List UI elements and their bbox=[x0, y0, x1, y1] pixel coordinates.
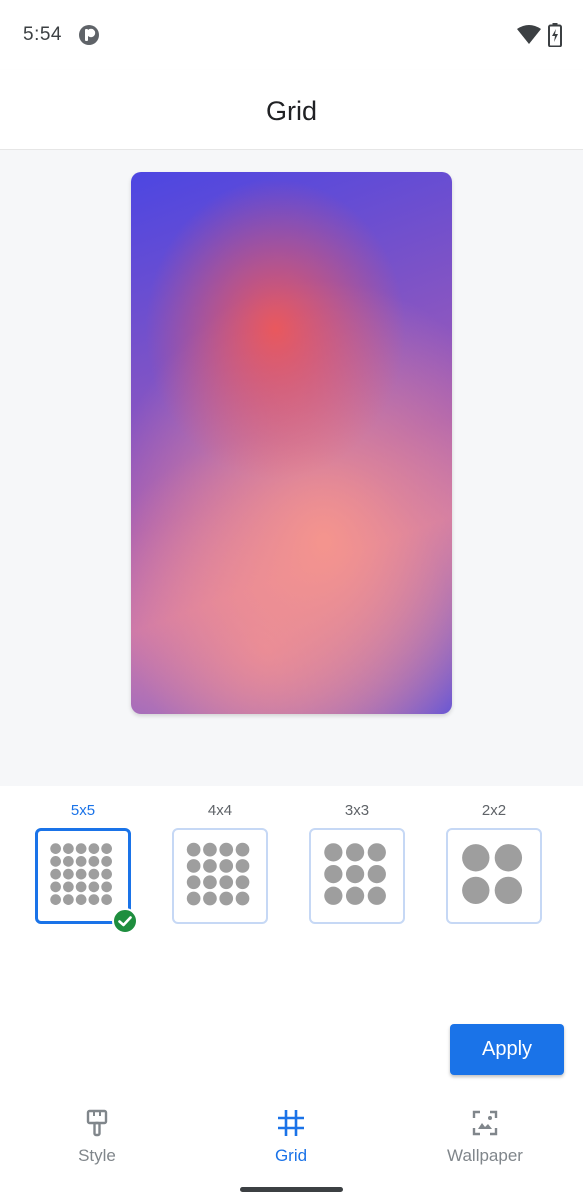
grid-dot bbox=[186, 859, 201, 873]
battery-charging-icon bbox=[548, 23, 562, 47]
grid-dots-icon bbox=[324, 843, 386, 905]
grid-dot bbox=[50, 856, 61, 867]
grid-dot bbox=[462, 876, 490, 905]
grid-dot bbox=[88, 856, 100, 867]
grid-dot bbox=[203, 859, 217, 873]
grid-dots-icon bbox=[462, 844, 523, 905]
grid-dot bbox=[50, 843, 61, 854]
grid-dot bbox=[75, 894, 87, 905]
nav-label-grid: Grid bbox=[274, 1146, 308, 1165]
grid-dot bbox=[101, 894, 112, 905]
grid-dot bbox=[219, 875, 234, 890]
grid-dot bbox=[88, 894, 100, 905]
wallpaper-icon bbox=[472, 1110, 498, 1136]
selected-check-icon bbox=[112, 908, 138, 934]
grid-dots-icon bbox=[186, 842, 250, 906]
grid-dot bbox=[345, 886, 365, 905]
grid-dot bbox=[63, 868, 74, 880]
grid-dot bbox=[101, 843, 112, 854]
paintbrush-icon bbox=[86, 1109, 108, 1137]
grid-dot bbox=[186, 891, 201, 906]
grid-dot bbox=[63, 843, 74, 854]
grid-option-label: 4x4 bbox=[207, 802, 233, 819]
grid-dot bbox=[367, 864, 386, 884]
home-indicator[interactable] bbox=[240, 1187, 343, 1192]
grid-dot bbox=[235, 842, 250, 857]
grid-option-label: 3x3 bbox=[344, 802, 370, 819]
grid-dot bbox=[101, 868, 112, 880]
grid-dot bbox=[494, 876, 523, 905]
grid-dot bbox=[345, 843, 365, 862]
grid-dot bbox=[88, 881, 100, 893]
wallpaper-preview bbox=[131, 172, 452, 714]
grid-dot bbox=[63, 881, 74, 893]
grid-option-2x2[interactable]: 2x2 bbox=[442, 800, 546, 924]
grid-dot bbox=[494, 844, 523, 872]
status-time: 5:54 bbox=[23, 24, 62, 45]
grid-option-preview bbox=[172, 828, 268, 924]
grid-option-preview bbox=[309, 828, 405, 924]
grid-dot bbox=[75, 843, 87, 854]
status-bar: 5:54 bbox=[0, 0, 583, 70]
grid-dot bbox=[219, 859, 234, 873]
nav-label-wallpaper: Wallpaper bbox=[447, 1146, 523, 1165]
grid-option-label: 2x2 bbox=[481, 802, 507, 819]
grid-dot bbox=[88, 843, 100, 854]
grid-option-label: 5x5 bbox=[70, 802, 96, 819]
grid-dot bbox=[324, 864, 343, 884]
grid-dot bbox=[63, 856, 74, 867]
grid-dot bbox=[50, 894, 61, 905]
grid-dot bbox=[367, 843, 386, 862]
grid-dot bbox=[235, 859, 250, 873]
app-bar: Grid bbox=[0, 70, 583, 150]
app-notification-icon bbox=[79, 25, 99, 45]
grid-dot bbox=[50, 868, 61, 880]
grid-dot bbox=[203, 875, 217, 890]
grid-dot bbox=[203, 842, 217, 857]
grid-dot bbox=[75, 881, 87, 893]
grid-dot bbox=[63, 894, 74, 905]
wifi-icon bbox=[517, 25, 541, 44]
grid-dot bbox=[50, 881, 61, 893]
grid-dot bbox=[203, 891, 217, 906]
nav-item-grid[interactable]: Grid bbox=[211, 1108, 371, 1166]
grid-icon bbox=[278, 1110, 304, 1136]
grid-dot bbox=[219, 891, 234, 906]
grid-option-preview bbox=[446, 828, 542, 924]
grid-dot bbox=[462, 844, 490, 872]
apply-button[interactable]: Apply bbox=[450, 1024, 564, 1075]
grid-option-4x4[interactable]: 4x4 bbox=[168, 800, 272, 924]
grid-dot bbox=[75, 868, 87, 880]
grid-dot bbox=[235, 875, 250, 890]
grid-dot bbox=[345, 864, 365, 884]
grid-dot bbox=[101, 881, 112, 893]
grid-dot bbox=[186, 875, 201, 890]
grid-dot bbox=[75, 856, 87, 867]
grid-option-3x3[interactable]: 3x3 bbox=[305, 800, 409, 924]
grid-dot bbox=[235, 891, 250, 906]
grid-dot bbox=[101, 856, 112, 867]
grid-dot bbox=[367, 886, 386, 905]
nav-item-wallpaper[interactable]: Wallpaper bbox=[405, 1108, 565, 1166]
grid-dot bbox=[88, 868, 100, 880]
nav-item-style[interactable]: Style bbox=[17, 1108, 177, 1166]
nav-label-style: Style bbox=[78, 1146, 116, 1165]
grid-dot bbox=[324, 886, 343, 905]
grid-option-5x5[interactable]: 5x5 bbox=[31, 800, 135, 924]
grid-dot bbox=[186, 842, 201, 857]
grid-dot bbox=[219, 842, 234, 857]
grid-dot bbox=[324, 843, 343, 862]
page-title: Grid bbox=[265, 96, 317, 126]
